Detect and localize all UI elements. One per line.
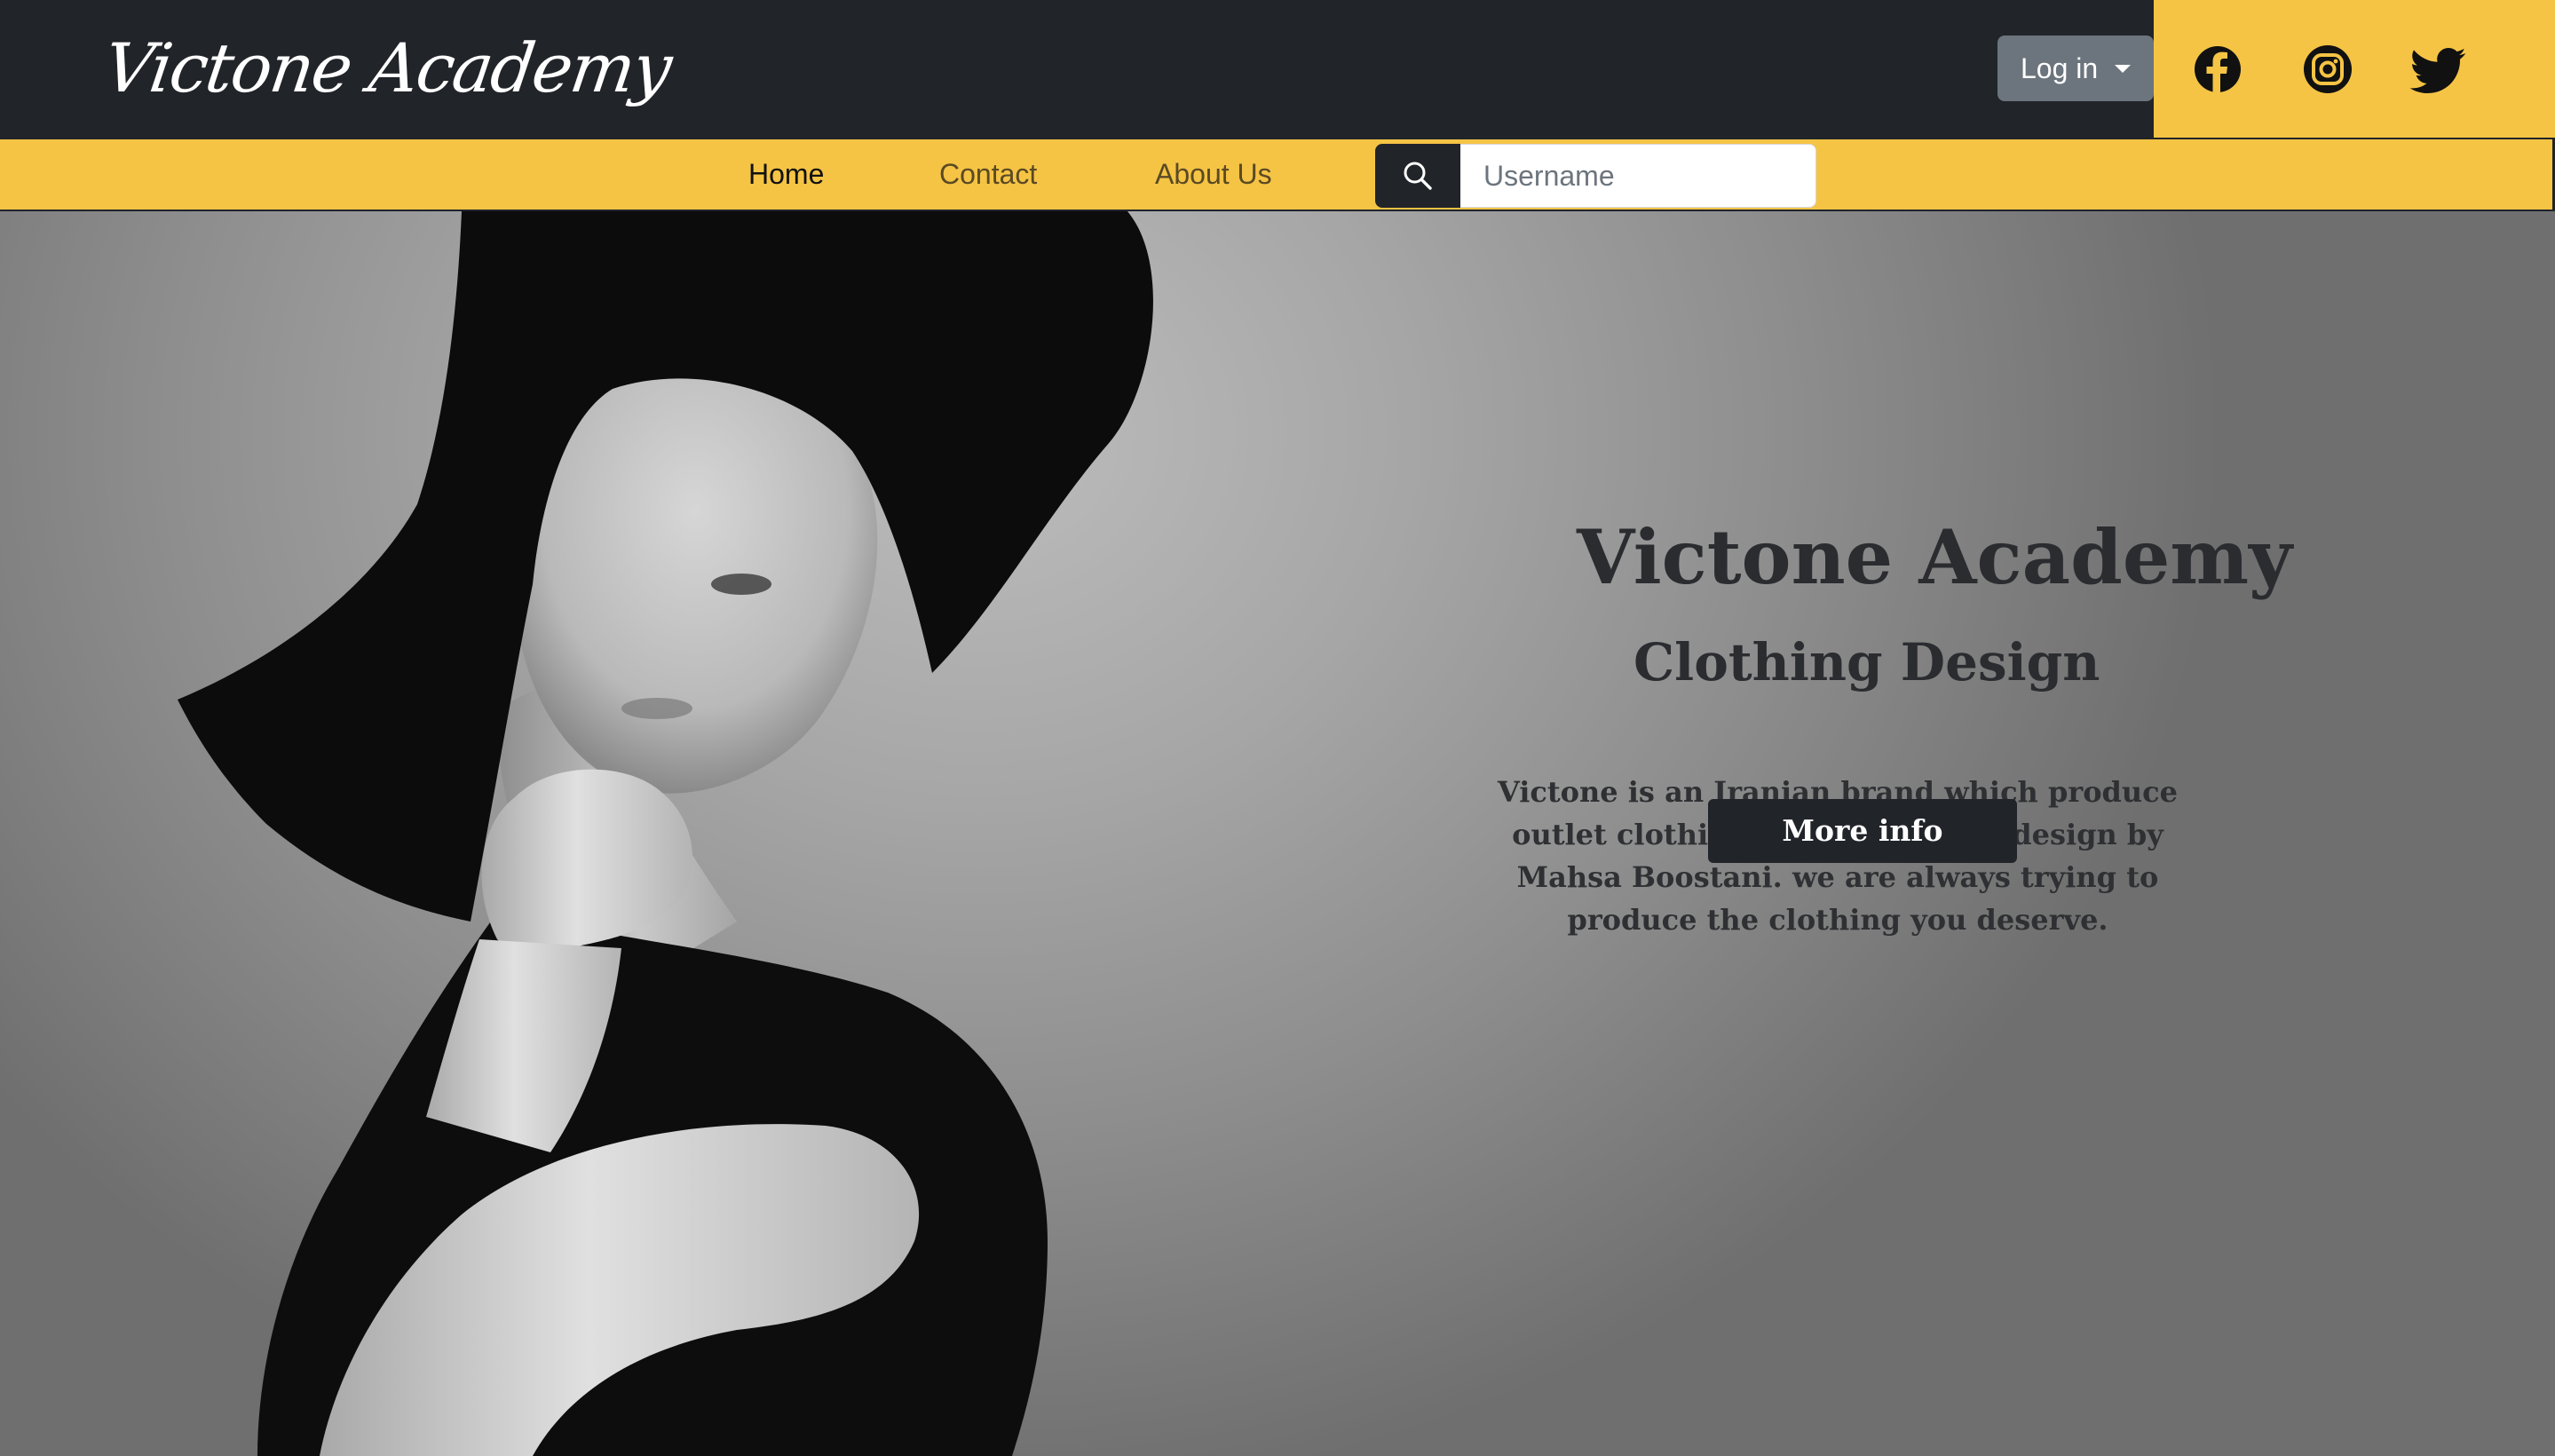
more-info-button[interactable]: More info [1708,799,2017,863]
nav-link-contact[interactable]: Contact [939,139,1037,210]
main-navbar: Home Contact About Us [0,138,2555,211]
top-header: Victone Academy Log in [0,0,2555,138]
twitter-icon[interactable] [2406,37,2470,101]
nav-link-home[interactable]: Home [748,139,824,210]
hero-section: Victone Academy Clothing Design Victone … [0,211,2555,1456]
search-icon [1404,162,1432,190]
login-dropdown-button[interactable]: Log in [1997,36,2154,101]
social-links [2154,0,2555,138]
username-search-input[interactable] [1460,144,1816,208]
caret-down-icon [2115,65,2131,73]
nav-link-about-us[interactable]: About Us [1155,139,1272,210]
login-label: Log in [2021,52,2099,84]
hero-title: Victone Academy [1577,513,2292,601]
instagram-icon[interactable] [2296,37,2360,101]
hero-model-photo [178,211,1153,1456]
hero-subtitle: Clothing Design [1633,632,2100,692]
facebook-icon[interactable] [2186,37,2250,101]
brand-logo[interactable]: Victone Academy [98,20,676,117]
search-button[interactable] [1375,144,1460,208]
